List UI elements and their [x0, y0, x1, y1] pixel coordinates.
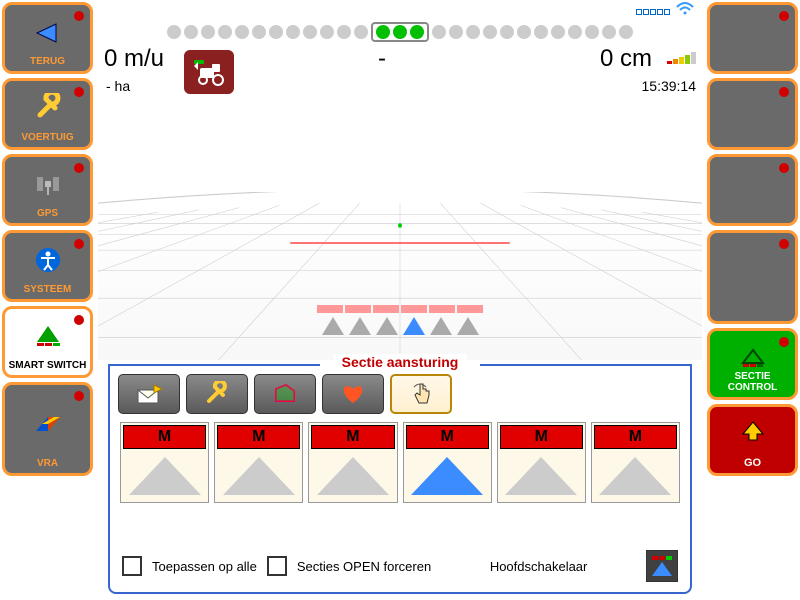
panel-title: Sectie aansturing: [334, 354, 467, 370]
tractor-icon[interactable]: [184, 50, 234, 94]
satellite-icon: [35, 171, 61, 204]
section-triangle-icon: [311, 452, 394, 500]
guidance-lightbar: [98, 22, 702, 42]
status-dot-icon: [74, 315, 84, 325]
apply-all-label: Toepassen op alle: [152, 559, 257, 574]
section-triangle-icon: [406, 452, 489, 500]
status-dot-icon: [779, 163, 789, 173]
status-dot-icon: [74, 239, 84, 249]
section-mode: M: [594, 425, 677, 449]
back-icon: [34, 19, 62, 51]
force-open-label: Secties OPEN forceren: [297, 559, 431, 574]
tab-touch[interactable]: [390, 374, 452, 414]
tab-field[interactable]: [254, 374, 316, 414]
section-card-6[interactable]: M: [591, 422, 680, 503]
empty-button-1[interactable]: [707, 2, 798, 74]
side-label: SECTIE CONTROL: [710, 371, 795, 393]
info-dash: -: [378, 45, 386, 73]
go-icon: [741, 420, 765, 455]
accessibility-icon: [35, 247, 61, 280]
section-card-3[interactable]: M: [308, 422, 397, 503]
smart-switch-button[interactable]: SMART SWITCH: [2, 306, 93, 378]
area-value: - ha: [106, 78, 130, 94]
section-control-button[interactable]: SECTIE CONTROL: [707, 328, 798, 400]
status-dot-icon: [779, 239, 789, 249]
panel-bottom-row: Toepassen op alle Secties OPEN forceren …: [122, 550, 678, 582]
section-mode: M: [311, 425, 394, 449]
section-mode: M: [123, 425, 206, 449]
empty-button-2[interactable]: [707, 78, 798, 150]
go-button[interactable]: GO: [707, 404, 798, 476]
time-value: 15:39:14: [642, 78, 697, 94]
master-label: Hoofdschakelaar: [490, 559, 588, 574]
tab-row: [118, 374, 452, 414]
spray-sections-mini: [317, 305, 483, 337]
vra-icon: [33, 410, 63, 442]
section-control-panel: Sectie aansturing M M M M M M: [108, 364, 692, 594]
status-dot-icon: [74, 391, 84, 401]
status-dot-icon: [74, 87, 84, 97]
section-triangle-icon: [594, 452, 677, 500]
status-dot-icon: [779, 337, 789, 347]
tab-mail[interactable]: [118, 374, 180, 414]
section-card-4[interactable]: M: [403, 422, 492, 503]
back-button[interactable]: TERUG: [2, 2, 93, 74]
square-indicators-icon: [636, 9, 670, 15]
section-mode: M: [500, 425, 583, 449]
section-card-1[interactable]: M: [120, 422, 209, 503]
tab-settings[interactable]: [186, 374, 248, 414]
section-card-5[interactable]: M: [497, 422, 586, 503]
section-card-2[interactable]: M: [214, 422, 303, 503]
side-label: TERUG: [5, 56, 90, 67]
boom-line-icon: [290, 242, 510, 244]
offset-value: 0 cm: [600, 45, 652, 73]
signal-bars-icon: [667, 52, 696, 64]
status-dot-icon: [779, 87, 789, 97]
vra-button[interactable]: VRA: [2, 382, 93, 476]
header-area: 0 m/u - 0 cm - ha 15:39:14: [98, 0, 702, 170]
side-label: SYSTEEM: [5, 284, 90, 295]
empty-button-4[interactable]: [707, 230, 798, 324]
apply-all-checkbox[interactable]: [122, 556, 142, 576]
section-triangle-icon: [217, 452, 300, 500]
section-mode: M: [217, 425, 300, 449]
system-button[interactable]: SYSTEEM: [2, 230, 93, 302]
status-dot-icon: [779, 11, 789, 21]
gps-button[interactable]: GPS: [2, 154, 93, 226]
section-triangle-icon: [123, 452, 206, 500]
side-label: GO: [710, 457, 795, 469]
empty-button-3[interactable]: [707, 154, 798, 226]
force-open-checkbox[interactable]: [267, 556, 287, 576]
side-label: VOERTUIG: [5, 132, 90, 143]
wifi-icon: [676, 2, 694, 21]
status-dot-icon: [74, 11, 84, 21]
speed-value: 0 m/u: [104, 45, 164, 73]
smartswitch-icon: [33, 323, 63, 355]
side-label: VRA: [5, 458, 90, 469]
section-mode: M: [406, 425, 489, 449]
tab-favorite[interactable]: [322, 374, 384, 414]
side-label: GPS: [5, 208, 90, 219]
status-dot-icon: [74, 163, 84, 173]
top-indicators: [636, 2, 694, 21]
side-label: SMART SWITCH: [5, 360, 90, 371]
master-switch[interactable]: [646, 550, 678, 582]
section-cards: M M M M M M: [120, 422, 680, 503]
vehicle-button[interactable]: VOERTUIG: [2, 78, 93, 150]
wrench-icon: [33, 93, 63, 130]
section-triangle-icon: [500, 452, 583, 500]
